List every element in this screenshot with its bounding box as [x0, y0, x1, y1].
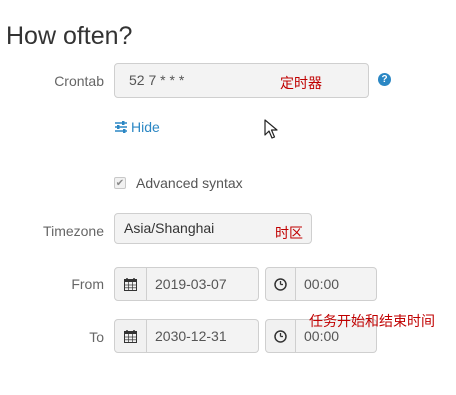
from-time-addon	[265, 267, 296, 301]
clock-icon	[274, 277, 287, 291]
sliders-icon	[115, 121, 127, 133]
from-label: From	[71, 276, 104, 292]
timezone-annotation: 时区	[275, 225, 303, 241]
calendar-icon	[124, 329, 137, 343]
to-date-input[interactable]: 2030-12-31	[147, 319, 259, 353]
hide-advanced-link[interactable]: Hide	[114, 119, 160, 135]
mouse-cursor-icon	[264, 119, 278, 139]
section-title: How often?	[6, 22, 133, 50]
calendar-icon	[124, 277, 137, 291]
advanced-syntax-label: Advanced syntax	[136, 175, 243, 191]
to-time-value: 00:00	[304, 328, 340, 344]
to-date-value: 2030-12-31	[155, 328, 227, 344]
question-circle-icon[interactable]: ?	[378, 73, 391, 86]
from-time-input[interactable]: 00:00	[296, 267, 377, 301]
to-time-addon	[265, 319, 296, 353]
crontab-input[interactable]: 52 7 * * *	[114, 63, 369, 98]
timezone-label: Timezone	[43, 223, 104, 239]
crontab-annotation: 定时器	[280, 75, 322, 91]
timezone-value: Asia/Shanghai	[124, 220, 215, 236]
clock-icon	[274, 329, 287, 343]
from-date-addon	[114, 267, 147, 301]
crontab-label: Crontab	[54, 73, 104, 89]
hide-link-label: Hide	[131, 119, 160, 135]
from-date-input[interactable]: 2019-03-07	[147, 267, 259, 301]
to-label: To	[89, 329, 104, 345]
to-date-addon	[114, 319, 147, 353]
crontab-value: 52 7 * * *	[129, 72, 185, 88]
range-annotation: 任务开始和结束时间	[309, 313, 435, 329]
advanced-syntax-checkbox[interactable]: ✔	[114, 177, 126, 189]
from-time-value: 00:00	[304, 276, 340, 292]
from-date-value: 2019-03-07	[155, 276, 227, 292]
